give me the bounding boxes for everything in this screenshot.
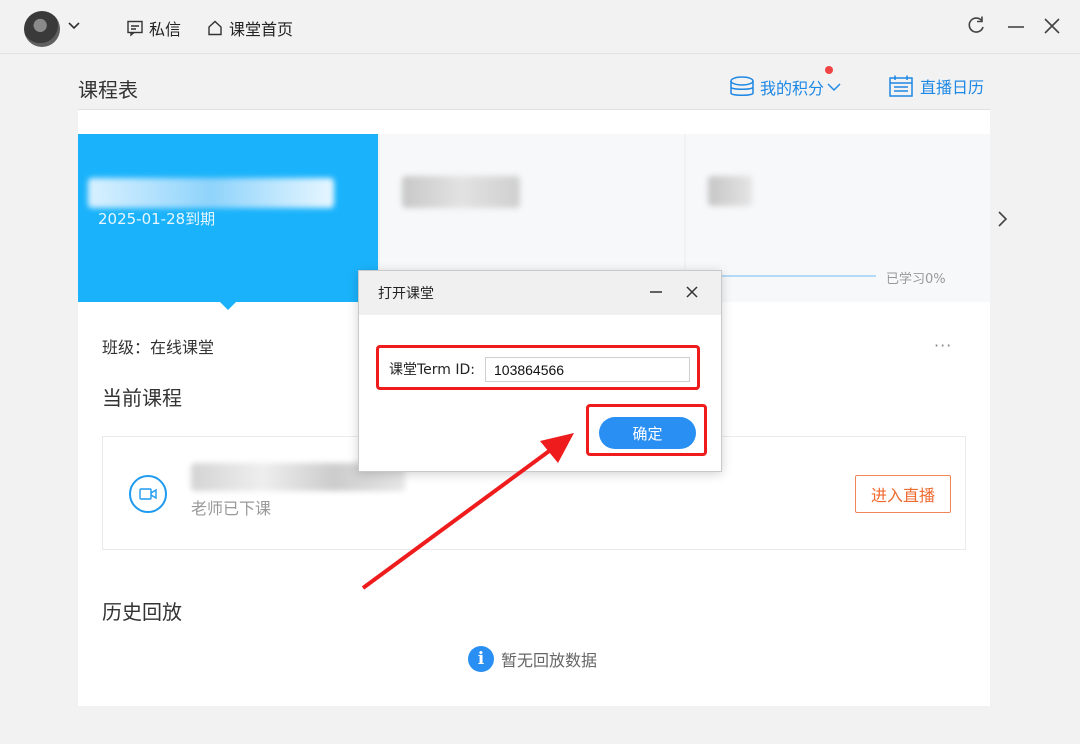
video-camera-icon bbox=[129, 475, 167, 513]
chevron-down-icon bbox=[827, 83, 841, 92]
live-calendar-link[interactable]: 直播日历 bbox=[888, 74, 984, 98]
current-course-title: 当前课程 bbox=[102, 386, 182, 410]
teacher-status: 老师已下课 bbox=[191, 499, 272, 518]
more-options-icon[interactable]: ··· bbox=[934, 336, 952, 355]
highlight-box bbox=[586, 404, 707, 456]
selected-indicator bbox=[218, 300, 238, 310]
nav-home[interactable]: 课堂首页 bbox=[206, 16, 293, 40]
progress-text: 已学习0% bbox=[886, 272, 946, 287]
home-icon bbox=[208, 20, 222, 36]
live-calendar-label: 直播日历 bbox=[920, 78, 985, 97]
notification-dot bbox=[825, 66, 833, 74]
nav-messages-label: 私信 bbox=[149, 20, 182, 39]
empty-state-text: 暂无回放数据 bbox=[501, 651, 598, 670]
my-points-label: 我的积分 bbox=[760, 79, 825, 98]
course-name-blurred bbox=[402, 176, 520, 208]
course-card[interactable]: 已学习0% bbox=[686, 134, 990, 302]
minimize-icon[interactable] bbox=[1004, 14, 1028, 38]
dialog-header: 打开课堂 bbox=[359, 271, 721, 315]
panel-header: 课程表 我的积分 直播日历 bbox=[78, 66, 990, 110]
course-name-blurred bbox=[88, 178, 334, 208]
info-icon: i bbox=[468, 646, 494, 672]
user-avatar[interactable] bbox=[24, 11, 60, 47]
progress-bar bbox=[716, 275, 876, 277]
close-icon[interactable] bbox=[683, 283, 701, 301]
class-name: 班级：在线课堂 bbox=[102, 338, 215, 357]
dialog-title: 打开课堂 bbox=[378, 286, 434, 302]
chevron-down-icon[interactable] bbox=[66, 18, 82, 34]
course-name-blurred bbox=[708, 176, 752, 206]
chevron-right-icon[interactable] bbox=[994, 208, 1010, 230]
enter-live-button[interactable]: 进入直播 bbox=[855, 475, 951, 513]
page-title: 课程表 bbox=[78, 78, 138, 102]
calendar-icon bbox=[889, 75, 913, 97]
minimize-icon[interactable] bbox=[647, 283, 665, 301]
coins-icon bbox=[730, 76, 754, 96]
title-bar: 私信 课堂首页 bbox=[0, 0, 1080, 54]
my-points-dropdown[interactable]: 我的积分 bbox=[728, 75, 848, 99]
message-icon bbox=[127, 20, 143, 37]
refresh-icon[interactable] bbox=[964, 14, 988, 38]
nav-messages[interactable]: 私信 bbox=[126, 16, 181, 40]
empty-state: i 暂无回放数据 bbox=[468, 646, 597, 672]
highlight-box bbox=[376, 345, 700, 390]
due-date: 2025-01-28到期 bbox=[98, 210, 216, 228]
close-icon[interactable] bbox=[1040, 14, 1064, 38]
history-replay-title: 历史回放 bbox=[102, 600, 182, 624]
course-card[interactable]: 2025-01-28到期 bbox=[78, 134, 378, 310]
nav-home-label: 课堂首页 bbox=[229, 20, 294, 39]
